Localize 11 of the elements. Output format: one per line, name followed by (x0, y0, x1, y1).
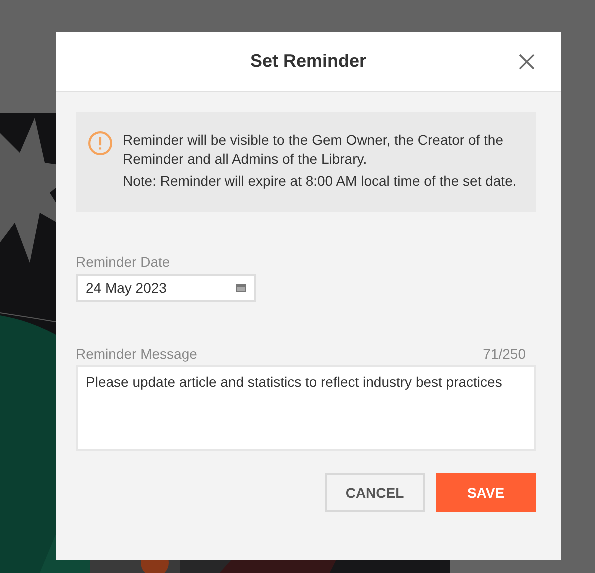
notice-text: Note: Reminder will expire at 8:00 AM local time of the set date. (123, 172, 518, 191)
close-icon[interactable] (519, 54, 535, 70)
message-field[interactable]: Please update article and statistics to reflect industry best practices (76, 365, 536, 451)
field-label: Reminder Message (76, 346, 198, 362)
field-label: Reminder Date (76, 254, 170, 270)
cancel-button[interactable]: CANCEL (325, 473, 425, 512)
dialog-title: Set Reminder (250, 51, 367, 72)
notice-text: Reminder will be visible to the Gem Owner, the Creator of the Reminder and all Admins of the Library. (123, 131, 505, 169)
character-counter: 71/250 (483, 346, 526, 362)
date-field[interactable]: 24 May 2023 (76, 274, 256, 302)
warning-icon (88, 131, 113, 156)
